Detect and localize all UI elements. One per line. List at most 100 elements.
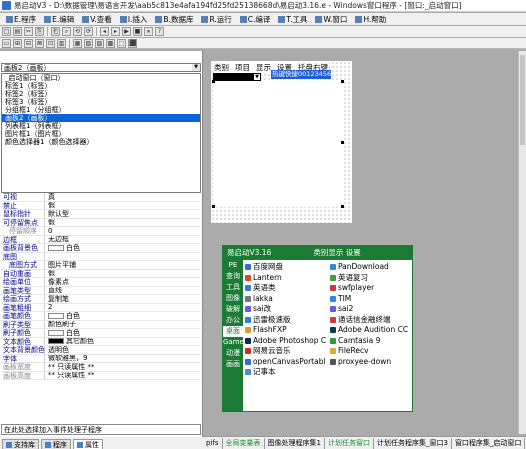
designer-hotkey-label[interactable]: 热键快捷00123456789 bbox=[271, 70, 331, 79]
property-value[interactable]: 其它颜色 bbox=[45, 338, 201, 345]
preview-app-item[interactable]: 英语复习 bbox=[330, 273, 411, 284]
scrollbar-thumb[interactable] bbox=[520, 55, 525, 145]
property-value[interactable]: 2 bbox=[45, 304, 201, 312]
chevron-down-icon[interactable]: ▼ bbox=[192, 64, 200, 71]
left-tab[interactable]: 支持库 bbox=[2, 439, 39, 449]
preview-app-item[interactable]: openCanvasPortable bbox=[245, 357, 326, 368]
property-row[interactable]: 可视真 bbox=[1, 193, 201, 202]
component-list[interactable]: _启动窗口（窗口） 标签1（标签） 标签2（标签） 标签3（标签） 分组框1（分组框）画… bbox=[1, 73, 201, 193]
component-list-item[interactable]: 标签1（标签） bbox=[2, 82, 200, 90]
component-list-item[interactable]: 画板2（画板） bbox=[2, 114, 200, 122]
toolbar-button-icon[interactable]: ? bbox=[155, 27, 164, 36]
document-tab[interactable]: 全局变量表 bbox=[223, 437, 265, 449]
property-value[interactable]: 透明色 bbox=[45, 346, 201, 354]
menu-item[interactable]: B.数据库 bbox=[151, 14, 197, 25]
form-designer[interactable]: 类别项目显示设置托盘右键 ▼ 热键快捷00123456789 bbox=[210, 60, 353, 224]
property-value[interactable] bbox=[45, 253, 201, 261]
preview-app-item[interactable]: TIM bbox=[330, 294, 411, 305]
align-button-icon[interactable]: ⊟ bbox=[24, 38, 33, 48]
property-row[interactable]: 画板背景色 白色 bbox=[1, 244, 201, 253]
property-value[interactable]: 白色 bbox=[45, 329, 201, 337]
preview-category-item[interactable]: 桌面 bbox=[223, 326, 243, 337]
preview-app-item[interactable]: FileRecv bbox=[330, 346, 411, 357]
menu-item[interactable]: I.插入 bbox=[116, 14, 152, 25]
toolbar-button-icon[interactable]: ■ bbox=[133, 27, 142, 36]
align-button-icon[interactable]: ▥ bbox=[57, 38, 66, 48]
left-tab[interactable]: 属性 bbox=[73, 439, 103, 449]
property-value[interactable]: 直线 bbox=[45, 287, 201, 295]
preview-app-item[interactable]: 百度网盘 bbox=[245, 262, 326, 273]
component-list-item[interactable]: 标签2（标签） bbox=[2, 90, 200, 98]
left-tab[interactable]: 程序 bbox=[41, 439, 71, 449]
preview-app-item[interactable]: 记事本 bbox=[245, 367, 326, 378]
preview-app-item[interactable]: lakka bbox=[245, 294, 326, 305]
preview-app-item[interactable]: sai2 bbox=[330, 304, 411, 315]
property-row[interactable]: 边框 无边框 bbox=[1, 235, 201, 244]
toolbar-button-icon[interactable]: ⟳ bbox=[84, 27, 93, 36]
property-row[interactable]: 字体 微软雅黑，9 bbox=[1, 354, 201, 363]
component-list-item[interactable]: 分组框1（分组框） bbox=[2, 106, 200, 114]
component-list-item[interactable]: 列表框1（列表框） bbox=[2, 122, 200, 130]
property-value[interactable]: ** 只读属性 ** bbox=[45, 363, 201, 371]
property-value[interactable]: 像素点 bbox=[45, 278, 201, 286]
align-button-icon[interactable]: ⊞ bbox=[13, 38, 22, 48]
property-value[interactable]: 白色 bbox=[45, 244, 201, 252]
preview-category-item[interactable]: 工具 bbox=[223, 282, 243, 293]
toolbar-button-icon[interactable]: ▤ bbox=[13, 27, 22, 36]
property-value[interactable]: 默认型 bbox=[45, 210, 201, 218]
toolbar-button-icon[interactable]: ⏸ bbox=[144, 27, 153, 36]
preview-app-item[interactable]: 网易云音乐 bbox=[245, 346, 326, 357]
toolbar-button-icon[interactable]: ▸ bbox=[111, 27, 120, 36]
preview-category-item[interactable]: 画画 bbox=[223, 359, 243, 370]
designer-menu-item[interactable]: 类别 bbox=[214, 62, 229, 73]
toolbar-button-icon[interactable]: ⌕ bbox=[62, 27, 71, 36]
document-tab[interactable]: 图像处理程序集1 bbox=[265, 437, 325, 449]
preview-app-item[interactable]: sai改 bbox=[245, 304, 326, 315]
property-row[interactable]: 底图 bbox=[1, 252, 201, 261]
property-row[interactable]: 画笔粗细 2 bbox=[1, 303, 201, 312]
preview-app-item[interactable]: swfplayer bbox=[330, 283, 411, 294]
property-value[interactable]: 无边框 bbox=[45, 236, 201, 244]
menu-item[interactable]: C.编译 bbox=[236, 14, 275, 25]
preview-app-item[interactable]: proxyee-down bbox=[330, 357, 411, 368]
menu-item[interactable]: R.运行 bbox=[197, 14, 235, 25]
property-row[interactable]: 画笔颜色 白色 bbox=[1, 312, 201, 321]
property-row[interactable]: 画笔类型 直线 bbox=[1, 286, 201, 295]
component-list-item[interactable]: 图片框1（图片框） bbox=[2, 130, 200, 138]
designer-menu-item[interactable]: 显示 bbox=[256, 62, 271, 73]
property-row[interactable]: 停留顺序 0 bbox=[1, 227, 201, 236]
preview-app-item[interactable]: Camtasia 9 bbox=[330, 336, 411, 347]
resize-handle[interactable] bbox=[212, 80, 215, 83]
property-row[interactable]: 文本颜色 其它颜色 bbox=[1, 337, 201, 346]
property-value[interactable]: 颜色刷子 bbox=[45, 321, 201, 329]
preview-app-item[interactable]: FlashFXP bbox=[245, 325, 326, 336]
property-row[interactable]: 画板高度 ** 只读属性 ** bbox=[1, 371, 201, 380]
menu-item[interactable]: E.编辑 bbox=[40, 14, 78, 25]
component-list-item[interactable]: _启动窗口（窗口） bbox=[2, 74, 200, 82]
property-value[interactable]: 假 bbox=[45, 219, 201, 227]
event-handler-select[interactable]: 在此处选择加入事件处理子程序 bbox=[1, 424, 201, 435]
align-button-icon[interactable]: ▦ bbox=[73, 38, 82, 48]
toolbar-button-icon[interactable]: ⎗ bbox=[51, 27, 60, 36]
component-list-item[interactable]: 标签3（标签） bbox=[2, 98, 200, 106]
menu-item[interactable]: W.窗口 bbox=[311, 14, 351, 25]
resize-handle[interactable] bbox=[341, 80, 344, 83]
designer-menu-item[interactable]: 项目 bbox=[235, 62, 250, 73]
property-row[interactable]: 文本背景颜色 透明色 bbox=[1, 346, 201, 355]
property-row[interactable]: 底图方式 图片平铺 bbox=[1, 261, 201, 270]
property-value[interactable]: 假 bbox=[45, 202, 201, 210]
preview-app-item[interactable]: 迅雷极速版 bbox=[245, 315, 326, 326]
property-value[interactable]: 图片平铺 bbox=[45, 261, 201, 269]
align-button-icon[interactable]: ⊡ bbox=[46, 38, 55, 48]
menu-item[interactable]: E.程序 bbox=[2, 14, 40, 25]
property-value[interactable]: 微软雅黑，9 bbox=[45, 355, 201, 363]
menu-item[interactable]: V.查看 bbox=[78, 14, 116, 25]
preview-app-item[interactable]: 通话信金融终端 bbox=[330, 315, 411, 326]
align-button-icon[interactable]: ⬛ bbox=[128, 38, 137, 48]
property-row[interactable]: 绘画单位 像素点 bbox=[1, 278, 201, 287]
preview-category-item[interactable]: PE bbox=[223, 260, 243, 271]
preview-category-item[interactable]: 图像 bbox=[223, 293, 243, 304]
property-value[interactable]: 假 bbox=[45, 270, 201, 278]
designer-combobox[interactable]: ▼ bbox=[213, 73, 261, 81]
document-tab[interactable]: 计划任务程序集_窗口3 bbox=[374, 437, 452, 449]
